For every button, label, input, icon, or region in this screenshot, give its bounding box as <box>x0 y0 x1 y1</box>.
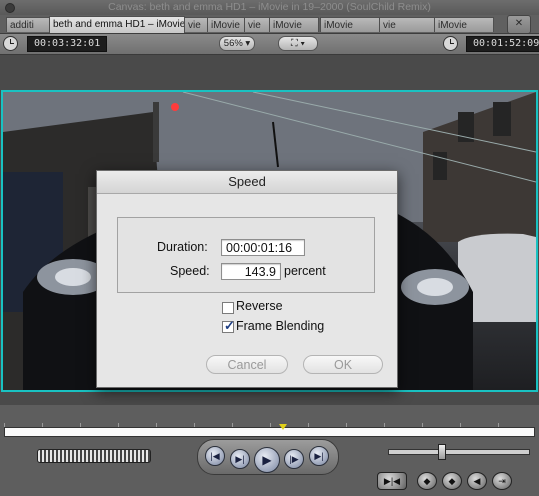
play-button[interactable]: ▶ <box>254 447 280 473</box>
speed-label: Speed: <box>170 264 210 278</box>
window-titlebar: Canvas: beth and emma HD1 – iMovie in 19… <box>0 0 539 16</box>
previous-edit-icon: |◀ <box>210 451 220 461</box>
mark-out-icon: ◀ <box>473 476 481 486</box>
duration-field[interactable]: 00:00:01:16 <box>221 239 305 256</box>
chevron-down-icon: ▾ <box>242 38 251 49</box>
add-marker-button[interactable]: ◆ <box>442 472 462 490</box>
tab-close-button[interactable]: ✕ <box>507 15 531 33</box>
play-icon: ▶ <box>262 453 272 467</box>
shuttle-control[interactable] <box>37 449 151 463</box>
clock-icon <box>3 36 18 51</box>
current-timecode[interactable]: 00:03:32:01 <box>27 36 108 52</box>
mark-in-button[interactable]: ◆ <box>417 472 437 490</box>
match-frame-icon: ▶|◀ <box>383 476 401 486</box>
play-around-icon: |▶ <box>289 454 299 464</box>
cancel-button[interactable]: Cancel <box>206 355 288 374</box>
match-frame-button[interactable]: ▶|◀ <box>377 472 407 490</box>
close-icon: ✕ <box>514 18 524 29</box>
reverse-label: Reverse <box>236 299 283 313</box>
frame-blending-label: Frame Blending <box>236 319 325 333</box>
clock-icon <box>443 36 458 51</box>
tab-8[interactable]: vie <box>379 17 435 32</box>
play-in-to-out-button[interactable]: ▶| <box>230 449 250 469</box>
scrubber-bar[interactable] <box>4 427 535 437</box>
reverse-checkbox[interactable] <box>222 302 234 314</box>
dialog-title: Speed <box>97 171 397 194</box>
zoom-popup[interactable]: 56% ▾ <box>219 36 255 51</box>
marker-icon: ◆ <box>448 476 456 486</box>
transport-controls: |◀ ▶| ▶ |▶ ▶| ▶|◀ ◆ ◆ ◀ ⇥ <box>0 439 539 496</box>
speed-settings-group: Duration: 00:00:01:16 Speed: 143.9 perce… <box>117 217 375 293</box>
speed-dialog: Speed Duration: 00:00:01:16 Speed: 143.9… <box>96 170 398 388</box>
jog-knob[interactable] <box>438 444 446 460</box>
chevron-down-icon: ▾ <box>297 38 305 49</box>
tab-9[interactable]: iMovie <box>434 17 494 32</box>
canvas-toolbar: 00:03:32:01 56% ▾ ⛶ ▾ 00:01:52:09 <box>0 34 539 55</box>
duration-label: Duration: <box>157 240 208 254</box>
frame-blending-checkbox[interactable]: ✓ <box>222 318 235 333</box>
mark-clip-icon: ⇥ <box>498 476 506 486</box>
view-options-popup[interactable]: ⛶ ▾ <box>278 36 318 51</box>
mark-in-icon: ◆ <box>423 476 431 486</box>
ok-button[interactable]: OK <box>303 355 383 374</box>
tab-5[interactable]: vie <box>244 17 270 32</box>
tab-6[interactable]: iMovie <box>269 17 319 32</box>
duration-timecode[interactable]: 00:01:52:09 <box>466 36 539 52</box>
tab-7[interactable]: iMovie <box>320 17 380 32</box>
next-edit-icon: ▶| <box>314 451 324 461</box>
checkmark-icon: ✓ <box>224 318 235 333</box>
tab-3[interactable]: vie <box>184 17 208 32</box>
next-edit-button[interactable]: ▶| <box>309 446 329 466</box>
mark-out-button[interactable]: ◀ <box>467 472 487 490</box>
tab-bar: additi beth and emma HD1 – iMovie vie iM… <box>0 15 539 34</box>
speed-field[interactable]: 143.9 <box>221 263 281 280</box>
transport-bezel: |◀ ▶| ▶ |▶ ▶| <box>197 439 339 475</box>
fit-icon: ⛶ <box>291 38 298 49</box>
tab-additional[interactable]: additi <box>6 17 50 32</box>
previous-edit-button[interactable]: |◀ <box>205 446 225 466</box>
tab-beth-and-emma[interactable]: beth and emma HD1 – iMovie <box>49 16 185 33</box>
tab-4[interactable]: iMovie <box>207 17 245 32</box>
zoom-value: 56% <box>223 38 243 49</box>
jog-control[interactable] <box>388 449 530 455</box>
window-title: Canvas: beth and emma HD1 – iMovie in 19… <box>108 1 431 13</box>
speed-unit: percent <box>284 264 326 278</box>
close-window-icon[interactable] <box>5 3 15 13</box>
play-in-out-icon: ▶| <box>235 454 245 464</box>
playhead-icon[interactable] <box>279 424 287 430</box>
scrubber-area <box>0 405 539 439</box>
mark-clip-button[interactable]: ⇥ <box>492 472 512 490</box>
play-around-button[interactable]: |▶ <box>284 449 304 469</box>
